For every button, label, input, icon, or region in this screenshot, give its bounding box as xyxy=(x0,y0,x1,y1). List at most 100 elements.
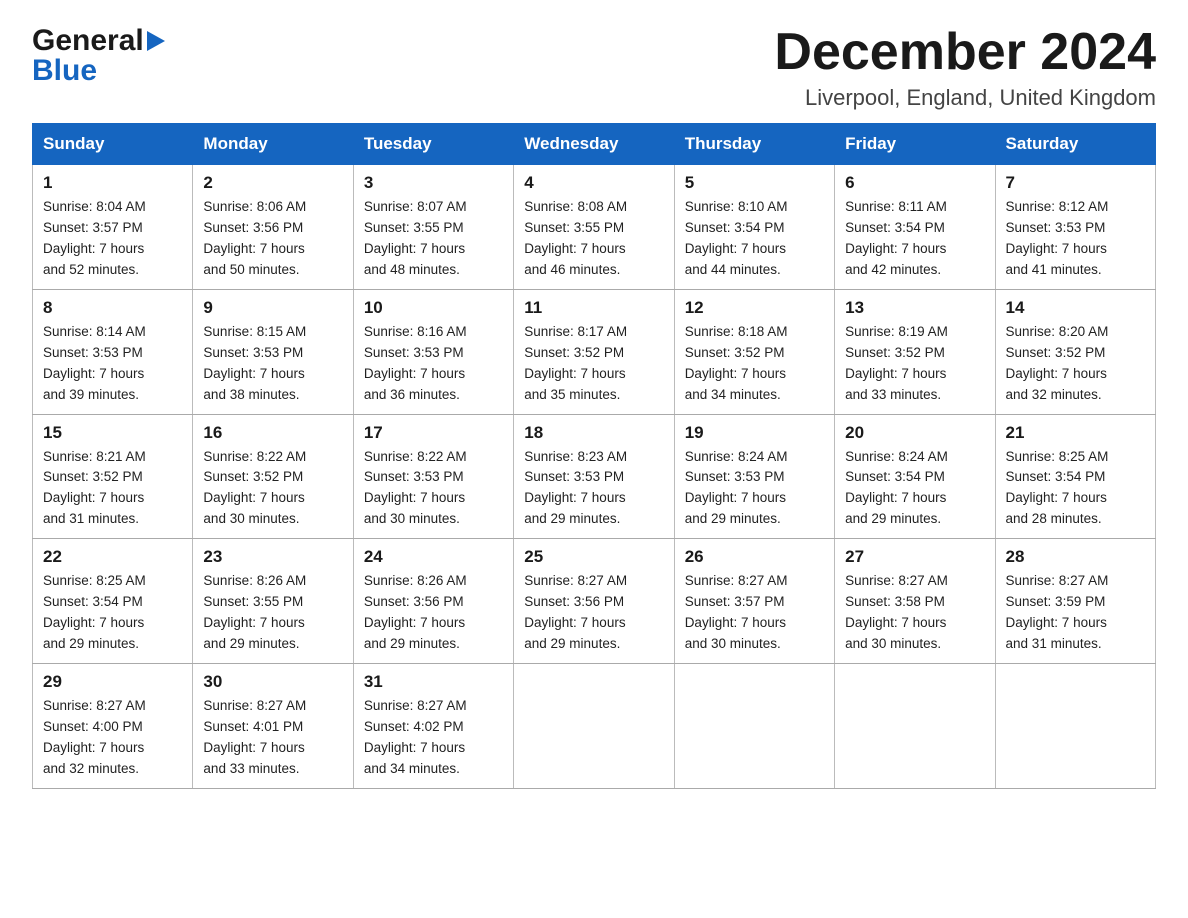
calendar-cell: 16Sunrise: 8:22 AMSunset: 3:52 PMDayligh… xyxy=(193,414,353,539)
day-number: 14 xyxy=(1006,298,1145,318)
day-info: Sunrise: 8:20 AMSunset: 3:52 PMDaylight:… xyxy=(1006,322,1145,406)
day-number: 4 xyxy=(524,173,663,193)
calendar-cell: 17 Sunrise: 8:22 AMSunset: 3:53 PMDayligh… xyxy=(353,414,513,539)
calendar-cell: 1 Sunrise: 8:04 AMSunset: 3:57 PMDaylight… xyxy=(33,165,193,290)
calendar-cell: 8 Sunrise: 8:14 AMSunset: 3:53 PMDaylight… xyxy=(33,289,193,414)
day-number: 31 xyxy=(364,672,503,692)
calendar-cell: 11Sunrise: 8:17 AMSunset: 3:52 PMDayligh… xyxy=(514,289,674,414)
column-header-sunday: Sunday xyxy=(33,124,193,165)
calendar-cell: 15 Sunrise: 8:21 AMSunset: 3:52 PMDayligh… xyxy=(33,414,193,539)
column-header-tuesday: Tuesday xyxy=(353,124,513,165)
month-title: December 2024 xyxy=(774,24,1156,81)
calendar-cell: 13 Sunrise: 8:19 AMSunset: 3:52 PMDayligh… xyxy=(835,289,995,414)
day-info: Sunrise: 8:27 AMSunset: 3:59 PMDaylight:… xyxy=(1006,571,1145,655)
calendar-cell: 24 Sunrise: 8:26 AMSunset: 3:56 PMDayligh… xyxy=(353,539,513,664)
day-number: 30 xyxy=(203,672,342,692)
calendar-cell: 23 Sunrise: 8:26 AMSunset: 3:55 PMDayligh… xyxy=(193,539,353,664)
day-info: Sunrise: 8:08 AMSunset: 3:55 PMDaylight:… xyxy=(524,197,663,281)
day-info: Sunrise: 8:19 AMSunset: 3:52 PMDaylight:… xyxy=(845,322,984,406)
day-number: 10 xyxy=(364,298,503,318)
day-info: Sunrise: 8:07 AMSunset: 3:55 PMDaylight:… xyxy=(364,197,503,281)
column-header-saturday: Saturday xyxy=(995,124,1155,165)
day-number: 27 xyxy=(845,547,984,567)
day-number: 25 xyxy=(524,547,663,567)
day-info: Sunrise: 8:15 AMSunset: 3:53 PMDaylight:… xyxy=(203,322,342,406)
calendar-cell: 25 Sunrise: 8:27 AMSunset: 3:56 PMDayligh… xyxy=(514,539,674,664)
calendar-week-row: 8 Sunrise: 8:14 AMSunset: 3:53 PMDaylight… xyxy=(33,289,1156,414)
calendar-cell: 29 Sunrise: 8:27 AMSunset: 4:00 PMDayligh… xyxy=(33,663,193,788)
calendar-cell: 28 Sunrise: 8:27 AMSunset: 3:59 PMDayligh… xyxy=(995,539,1155,664)
day-number: 15 xyxy=(43,423,182,443)
logo-general-text: General xyxy=(32,24,144,58)
calendar-cell: 27Sunrise: 8:27 AMSunset: 3:58 PMDayligh… xyxy=(835,539,995,664)
calendar-cell: 22 Sunrise: 8:25 AMSunset: 3:54 PMDayligh… xyxy=(33,539,193,664)
day-info: Sunrise: 8:12 AMSunset: 3:53 PMDaylight:… xyxy=(1006,197,1145,281)
calendar-cell: 4 Sunrise: 8:08 AMSunset: 3:55 PMDaylight… xyxy=(514,165,674,290)
calendar-cell: 21 Sunrise: 8:25 AMSunset: 3:54 PMDayligh… xyxy=(995,414,1155,539)
day-number: 24 xyxy=(364,547,503,567)
day-info: Sunrise: 8:23 AMSunset: 3:53 PMDaylight:… xyxy=(524,447,663,531)
calendar-cell: 19 Sunrise: 8:24 AMSunset: 3:53 PMDayligh… xyxy=(674,414,834,539)
calendar-cell: 10 Sunrise: 8:16 AMSunset: 3:53 PMDayligh… xyxy=(353,289,513,414)
day-number: 29 xyxy=(43,672,182,692)
day-number: 26 xyxy=(685,547,824,567)
day-info: Sunrise: 8:26 AMSunset: 3:56 PMDaylight:… xyxy=(364,571,503,655)
calendar-cell: 20 Sunrise: 8:24 AMSunset: 3:54 PMDayligh… xyxy=(835,414,995,539)
day-info: Sunrise: 8:16 AMSunset: 3:53 PMDaylight:… xyxy=(364,322,503,406)
day-info: Sunrise: 8:10 AMSunset: 3:54 PMDaylight:… xyxy=(685,197,824,281)
day-info: Sunrise: 8:11 AMSunset: 3:54 PMDaylight:… xyxy=(845,197,984,281)
day-number: 3 xyxy=(364,173,503,193)
calendar-header-row: SundayMondayTuesdayWednesdayThursdayFrid… xyxy=(33,124,1156,165)
calendar-cell: 12 Sunrise: 8:18 AMSunset: 3:52 PMDayligh… xyxy=(674,289,834,414)
day-info: Sunrise: 8:18 AMSunset: 3:52 PMDaylight:… xyxy=(685,322,824,406)
calendar-week-row: 22 Sunrise: 8:25 AMSunset: 3:54 PMDayligh… xyxy=(33,539,1156,664)
calendar-cell: 6Sunrise: 8:11 AMSunset: 3:54 PMDaylight… xyxy=(835,165,995,290)
day-info: Sunrise: 8:04 AMSunset: 3:57 PMDaylight:… xyxy=(43,197,182,281)
day-info: Sunrise: 8:27 AMSunset: 4:01 PMDaylight:… xyxy=(203,696,342,780)
day-number: 19 xyxy=(685,423,824,443)
day-info: Sunrise: 8:27 AMSunset: 4:00 PMDaylight:… xyxy=(43,696,182,780)
calendar-cell: 3 Sunrise: 8:07 AMSunset: 3:55 PMDaylight… xyxy=(353,165,513,290)
calendar-cell: 18 Sunrise: 8:23 AMSunset: 3:53 PMDayligh… xyxy=(514,414,674,539)
logo: General Blue xyxy=(32,24,165,88)
day-number: 23 xyxy=(203,547,342,567)
calendar-week-row: 29 Sunrise: 8:27 AMSunset: 4:00 PMDayligh… xyxy=(33,663,1156,788)
day-number: 1 xyxy=(43,173,182,193)
day-info: Sunrise: 8:14 AMSunset: 3:53 PMDaylight:… xyxy=(43,322,182,406)
day-number: 13 xyxy=(845,298,984,318)
day-number: 21 xyxy=(1006,423,1145,443)
day-info: Sunrise: 8:27 AMSunset: 3:57 PMDaylight:… xyxy=(685,571,824,655)
day-number: 16 xyxy=(203,423,342,443)
calendar-cell xyxy=(514,663,674,788)
day-number: 28 xyxy=(1006,547,1145,567)
day-number: 8 xyxy=(43,298,182,318)
day-number: 22 xyxy=(43,547,182,567)
day-number: 9 xyxy=(203,298,342,318)
day-number: 5 xyxy=(685,173,824,193)
day-info: Sunrise: 8:25 AMSunset: 3:54 PMDaylight:… xyxy=(43,571,182,655)
day-number: 18 xyxy=(524,423,663,443)
day-info: Sunrise: 8:21 AMSunset: 3:52 PMDaylight:… xyxy=(43,447,182,531)
column-header-monday: Monday xyxy=(193,124,353,165)
day-info: Sunrise: 8:24 AMSunset: 3:54 PMDaylight:… xyxy=(845,447,984,531)
calendar-table: SundayMondayTuesdayWednesdayThursdayFrid… xyxy=(32,123,1156,788)
calendar-cell: 26 Sunrise: 8:27 AMSunset: 3:57 PMDayligh… xyxy=(674,539,834,664)
day-number: 12 xyxy=(685,298,824,318)
page-header: General Blue December 2024 Liverpool, En… xyxy=(32,24,1156,111)
day-info: Sunrise: 8:27 AMSunset: 3:56 PMDaylight:… xyxy=(524,571,663,655)
day-info: Sunrise: 8:26 AMSunset: 3:55 PMDaylight:… xyxy=(203,571,342,655)
day-number: 17 xyxy=(364,423,503,443)
day-info: Sunrise: 8:25 AMSunset: 3:54 PMDaylight:… xyxy=(1006,447,1145,531)
title-section: December 2024 Liverpool, England, United… xyxy=(774,24,1156,111)
column-header-thursday: Thursday xyxy=(674,124,834,165)
calendar-week-row: 15 Sunrise: 8:21 AMSunset: 3:52 PMDayligh… xyxy=(33,414,1156,539)
day-info: Sunrise: 8:22 AMSunset: 3:53 PMDaylight:… xyxy=(364,447,503,531)
calendar-cell: 14 Sunrise: 8:20 AMSunset: 3:52 PMDayligh… xyxy=(995,289,1155,414)
calendar-cell: 9 Sunrise: 8:15 AMSunset: 3:53 PMDaylight… xyxy=(193,289,353,414)
calendar-cell xyxy=(995,663,1155,788)
day-info: Sunrise: 8:27 AMSunset: 4:02 PMDaylight:… xyxy=(364,696,503,780)
calendar-week-row: 1 Sunrise: 8:04 AMSunset: 3:57 PMDaylight… xyxy=(33,165,1156,290)
day-info: Sunrise: 8:24 AMSunset: 3:53 PMDaylight:… xyxy=(685,447,824,531)
column-header-wednesday: Wednesday xyxy=(514,124,674,165)
day-number: 20 xyxy=(845,423,984,443)
